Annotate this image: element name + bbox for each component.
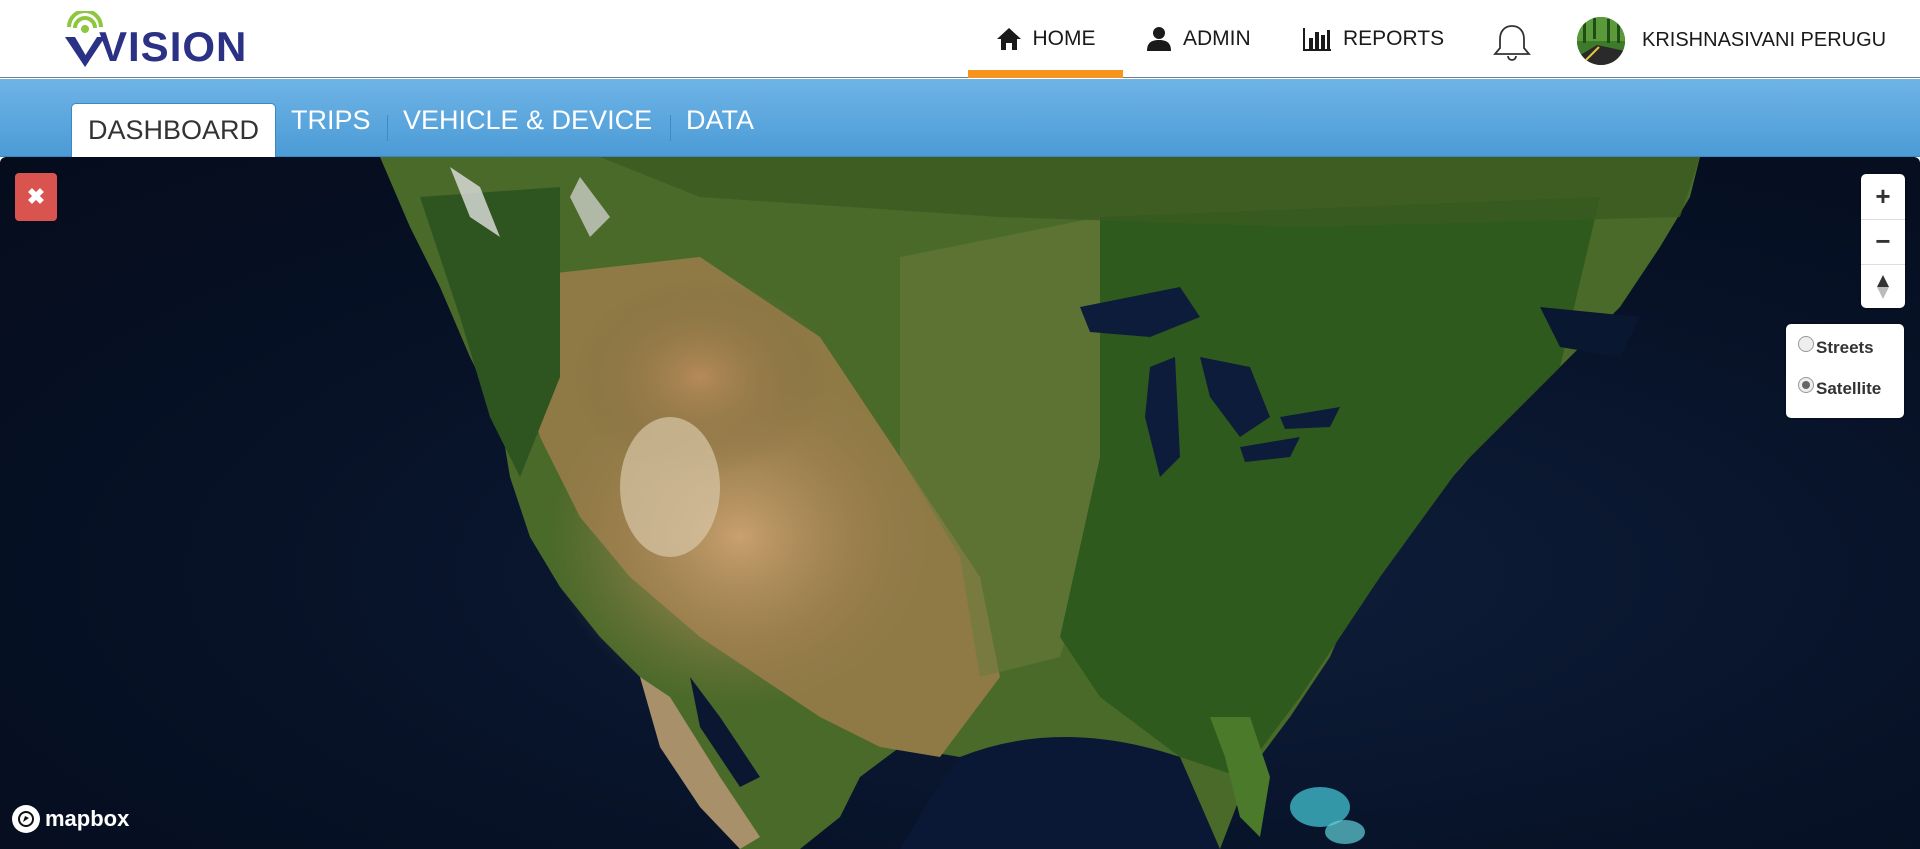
tab-divider [387,115,388,141]
nav-reports[interactable]: REPORTS [1302,0,1444,78]
bell-icon[interactable] [1490,22,1534,62]
satellite-label: Satellite [1816,379,1882,398]
satellite-radio[interactable] [1798,377,1814,393]
tab-vehicle-device[interactable]: VEHICLE & DEVICE [403,103,652,137]
nav-home[interactable]: HOME [968,0,1123,78]
tab-divider [670,115,671,141]
map-navigation-control: + − [1861,174,1905,308]
tab-trips[interactable]: TRIPS [291,103,371,137]
mapbox-logo[interactable]: mapbox [12,805,129,833]
streets-label: Streets [1816,338,1874,357]
avatar-image [1577,17,1625,65]
tab-dashboard[interactable]: DASHBOARD [71,103,277,157]
user-name[interactable]: KRISHNASIVANI PERUGU [1642,29,1886,52]
mapbox-attribution: mapbox [45,806,130,831]
map-terrain [380,157,1700,849]
zoom-in-button[interactable]: + [1861,174,1905,218]
sub-nav: DASHBOARD TRIPS VEHICLE & DEVICE DATA [0,79,1920,157]
plus-icon: + [1875,180,1891,211]
nav-admin-label: ADMIN [1183,27,1251,50]
top-header: VISION HOME ADMIN REPORTS KRISHNASIVANI … [0,0,1920,78]
logo-text: VISION [99,23,248,70]
zoom-out-button[interactable]: − [1861,219,1905,263]
streets-radio[interactable] [1798,336,1814,352]
satellite-map[interactable]: ✖ + − Streets Satellite mapbox [0,157,1920,849]
close-icon: ✖ [26,184,46,209]
compass-icon [1877,274,1889,299]
layer-option-streets[interactable]: Streets [1798,336,1874,358]
tab-data[interactable]: DATA [686,103,754,137]
close-panel-button[interactable]: ✖ [15,173,57,221]
map-style-switcher: Streets Satellite [1786,324,1904,418]
nav-reports-label: REPORTS [1343,27,1445,50]
nav-home-label: HOME [1032,27,1096,50]
layer-option-satellite[interactable]: Satellite [1798,377,1882,399]
nav-admin[interactable]: ADMIN [1146,0,1251,78]
reset-bearing-button[interactable] [1861,264,1905,308]
home-icon [996,28,1021,50]
minus-icon: − [1875,226,1891,256]
vision-logo[interactable]: VISION [63,11,253,70]
user-icon [1147,27,1171,51]
bar-chart-icon [1303,28,1331,51]
mapbox-icon [12,805,40,833]
avatar[interactable] [1577,17,1625,65]
